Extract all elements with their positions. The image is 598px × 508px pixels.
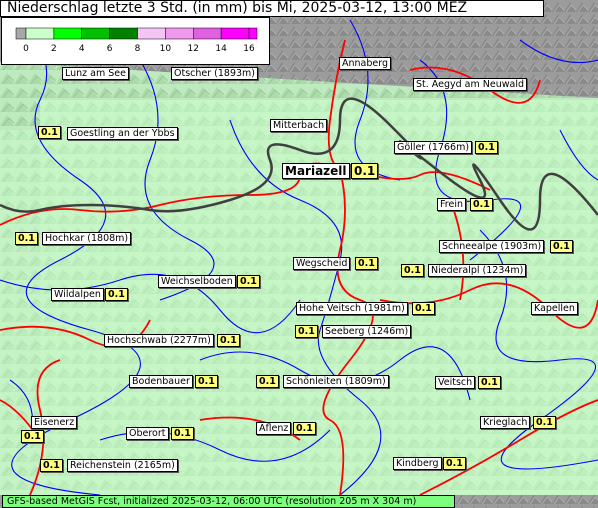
- place-label-reichenstein-2165m: Reichenstein (2165m): [67, 459, 178, 472]
- precip-value-schneealpe-1903m: 0.1: [550, 240, 573, 253]
- precip-value-wegscheid: 0.1: [355, 257, 378, 270]
- legend-swatch: [220, 27, 250, 40]
- legend-swatch: [53, 27, 82, 40]
- precip-value-weichselboden: 0.1: [237, 275, 260, 288]
- legend-tick-label: 0: [23, 44, 29, 54]
- place-label-aflenz: Aflenz: [256, 422, 292, 435]
- precip-value-reichenstein-2165m: 0.1: [40, 459, 63, 472]
- place-label-eisenerz: Eisenerz: [31, 416, 78, 429]
- precip-value-seeberg-1246m: 0.1: [295, 325, 318, 338]
- place-label-wegscheid: Wegscheid: [293, 257, 351, 270]
- legend-tick-label: 4: [78, 44, 85, 54]
- place-label-mariazell: Mariazell: [282, 163, 350, 179]
- precip-value-hohe-veitsch-1981m: 0.1: [412, 302, 435, 315]
- place-label-ötscher-1893m: Ötscher (1893m): [171, 67, 259, 80]
- legend-swatch: [109, 27, 138, 40]
- place-label-lunz-am-see: Lunz am See: [62, 67, 129, 80]
- legend-scale: [15, 27, 258, 40]
- legend-swatch-zero: [15, 27, 27, 40]
- precip-legend: 0 2 4 6 8 10 12 14 16: [1, 17, 270, 65]
- legend-tick-label: 14: [215, 44, 227, 54]
- legend-swatch: [165, 27, 194, 40]
- place-label-weichselboden: Weichselboden: [158, 275, 236, 288]
- map-title: Niederschlag letzte 3 Std. (in mm) bis M…: [0, 0, 544, 17]
- precip-value-veitsch: 0.1: [478, 376, 501, 389]
- legend-tick-label: 8: [134, 44, 141, 54]
- place-label-göller-1766m: Göller (1766m): [394, 141, 473, 154]
- precip-value-mariazell: 0.1: [351, 163, 379, 179]
- precip-value-göller-1766m: 0.1: [475, 141, 498, 154]
- place-label-st-aegyd-am-neuwald: St. Aegyd am Neuwald: [413, 78, 528, 91]
- place-label-wildalpen: Wildalpen: [51, 288, 104, 301]
- precip-value-wildalpen: 0.1: [105, 288, 128, 301]
- precip-value-hochkar-1808m: 0.1: [15, 232, 38, 245]
- legend-tick-label: 10: [159, 44, 172, 54]
- precip-value-hochschwab-2277m: 0.1: [217, 334, 240, 347]
- precip-value-goestling-an-der-ybbs: 0.1: [38, 126, 61, 139]
- place-label-kapellen: Kapellen: [531, 302, 578, 315]
- legend-swatch: [25, 27, 55, 40]
- place-label-hochschwab-2277m: Hochschwab (2277m): [104, 334, 214, 347]
- legend-tick-label: 6: [106, 44, 113, 54]
- place-label-goestling-an-der-ybbs: Goestling an der Ybbs: [67, 127, 178, 140]
- place-label-annaberg: Annaberg: [339, 57, 392, 70]
- place-label-bodenbauer: Bodenbauer: [129, 375, 193, 388]
- place-label-hochkar-1808m: Hochkar (1808m): [42, 232, 132, 245]
- precip-value-eisenerz: 0.1: [21, 430, 44, 443]
- precip-value-frein: 0.1: [470, 198, 493, 211]
- precip-value-aflenz: 0.1: [293, 422, 316, 435]
- precip-value-kindberg: 0.1: [443, 457, 466, 470]
- place-label-kindberg: Kindberg: [393, 457, 442, 470]
- place-label-niederalpl-1234m: Niederalpl (1234m): [428, 264, 527, 277]
- place-label-seeberg-1246m: Seeberg (1246m): [322, 325, 412, 338]
- place-label-schönleiten-1809m: Schönleiten (1809m): [283, 375, 389, 388]
- place-label-hohe-veitsch-1981m: Hohe Veitsch (1981m): [296, 302, 408, 315]
- precip-value-krieglach: 0.1: [533, 416, 556, 429]
- precip-value-schönleiten-1809m: 0.1: [256, 375, 279, 388]
- place-label-mitterbach: Mitterbach: [270, 119, 328, 132]
- legend-tick-label: 16: [243, 44, 255, 54]
- precip-value-bodenbauer: 0.1: [195, 375, 218, 388]
- legend-swatch-max: [248, 27, 258, 40]
- legend-tick-label: 12: [187, 44, 199, 54]
- place-label-veitsch: Veitsch: [435, 376, 476, 389]
- legend-swatch: [193, 27, 222, 40]
- forecast-info: GFS-based MetGIS Fcst, initialized 2025-…: [2, 495, 455, 508]
- place-label-schneealpe-1903m: Schneealpe (1903m): [439, 240, 545, 253]
- precip-value-niederalpl-1234m: 0.1: [401, 264, 424, 277]
- place-label-oberort: Oberort: [126, 427, 169, 440]
- precip-value-oberort: 0.1: [171, 427, 194, 440]
- place-label-frein: Frein: [437, 198, 466, 211]
- legend-swatch: [81, 27, 110, 40]
- place-label-krieglach: Krieglach: [480, 416, 531, 429]
- legend-swatch: [137, 27, 166, 40]
- legend-tick-label: 2: [51, 44, 57, 54]
